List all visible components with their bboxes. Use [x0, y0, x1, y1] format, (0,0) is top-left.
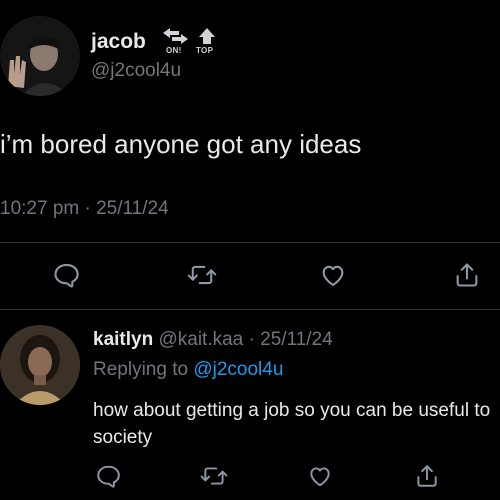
share-button[interactable] [410, 459, 444, 493]
reply-separator: · [243, 329, 261, 350]
badge-top-label: TOP [196, 46, 214, 55]
share-icon [417, 465, 437, 487]
reply-button[interactable] [49, 258, 83, 292]
like-button[interactable] [316, 258, 350, 292]
avatar[interactable] [0, 16, 80, 96]
replying-prefix: Replying to [93, 359, 194, 380]
replying-to-link[interactable]: @j2cool4u [193, 359, 283, 380]
retweet-icon [200, 467, 228, 485]
reply-icon [97, 465, 120, 488]
share-icon [456, 263, 478, 287]
reply-button[interactable] [91, 459, 125, 493]
swap-arrows-icon [163, 28, 215, 44]
reply-text: how about getting a job so you can be us… [93, 400, 491, 448]
retweet-button[interactable] [185, 258, 219, 292]
retweet-icon [187, 265, 217, 285]
avatar-photo [0, 16, 80, 96]
heart-icon [322, 265, 344, 286]
like-button[interactable] [303, 459, 337, 493]
heart-icon [310, 467, 330, 487]
divider [0, 309, 500, 310]
avatar-photo [0, 325, 80, 405]
share-button[interactable] [450, 258, 484, 292]
profile-badges: ON! TOP [161, 26, 221, 58]
reply-date[interactable]: 25/11/24 [260, 329, 333, 350]
reply-header: kaitlyn @kait.kaa · 25/11/24 [93, 328, 333, 352]
replying-to: Replying to @j2cool4u [93, 358, 283, 382]
user-handle[interactable]: @j2cool4u [91, 60, 181, 82]
reply-icon [54, 264, 79, 288]
badge-on-label: ON! [166, 46, 182, 55]
tweet-text: i’m bored anyone got any ideas [0, 129, 362, 159]
divider [0, 242, 500, 243]
reply-user-handle[interactable]: @kait.kaa [158, 329, 243, 350]
avatar[interactable] [0, 325, 80, 405]
reply-display-name[interactable]: kaitlyn [93, 329, 153, 350]
tweet-timestamp[interactable]: 10:27 pm · 25/11/24 [0, 198, 169, 220]
retweet-button[interactable] [197, 459, 231, 493]
display-name[interactable]: jacob [91, 30, 146, 54]
